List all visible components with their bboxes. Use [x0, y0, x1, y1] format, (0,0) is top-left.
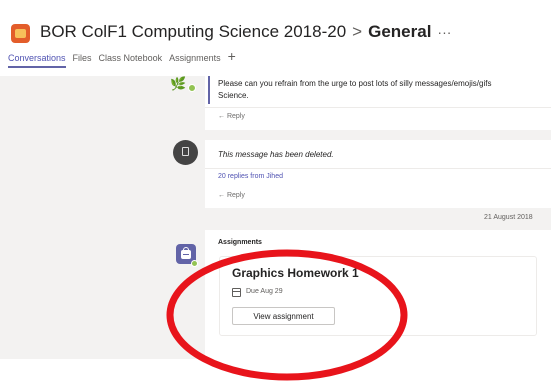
channel-header: BOR ColF1 Computing Science 2018-20 > Gene…: [0, 0, 551, 76]
tab-conversations[interactable]: Conversations: [8, 53, 66, 68]
due-date: Due Aug 29: [246, 288, 283, 295]
message-card: This message has been deleted. 20 replie…: [205, 140, 551, 208]
page-title: BOR ColF1 Computing Science 2018-20 > Gene…: [40, 22, 451, 42]
message-line: Please can you refrain from the urge to …: [218, 79, 492, 88]
author-name: Assignments: [218, 239, 262, 246]
assignment-title: Graphics Homework 1: [232, 266, 359, 280]
trash-icon: [182, 147, 189, 156]
view-assignment-button[interactable]: View assignment: [232, 307, 335, 325]
presence-dot: [191, 260, 198, 267]
tab-files[interactable]: Files: [73, 53, 92, 66]
message-card: Please can you refrain from the urge to …: [205, 76, 551, 130]
channel-name: General: [368, 22, 432, 41]
team-name[interactable]: BOR ColF1 Computing Science 2018-20: [40, 22, 346, 41]
assignments-app-icon: [176, 244, 198, 267]
breadcrumb-separator: >: [352, 22, 363, 41]
avatar[interactable]: 🌿: [170, 76, 196, 92]
message-line: Science.: [218, 91, 249, 100]
deleted-message-text: This message has been deleted.: [218, 150, 334, 159]
divider: [205, 168, 551, 169]
team-icon: [11, 24, 30, 43]
message-accent-bar: [208, 76, 210, 104]
tab-bar: Conversations Files Class Notebook Assignme…: [8, 49, 236, 68]
conversation-feed: 🌿 Please can you refrain from the urge t…: [0, 76, 551, 359]
replies-link[interactable]: 20 replies from Jihed: [218, 173, 283, 180]
deleted-icon: [173, 140, 198, 165]
presence-dot: [188, 84, 196, 92]
divider: [205, 107, 551, 108]
tab-assignments[interactable]: Assignments: [169, 53, 221, 66]
message-author: Assignments: [218, 239, 262, 246]
assignment-message-card: Assignments Graphics Homework 1 Due Aug …: [205, 230, 551, 359]
message-text: Please can you refrain from the urge to …: [218, 78, 491, 102]
calendar-icon: [232, 288, 241, 297]
tab-class-notebook[interactable]: Class Notebook: [99, 53, 163, 66]
assignment-card[interactable]: Graphics Homework 1 Due Aug 29 View assi…: [219, 256, 537, 336]
reply-button[interactable]: ← Reply: [218, 192, 245, 199]
date-divider: 21 August 2018: [484, 214, 533, 221]
backpack-icon: [181, 247, 191, 259]
add-tab-icon[interactable]: +: [228, 48, 236, 64]
more-options-icon[interactable]: ···: [437, 24, 451, 40]
reply-button[interactable]: ← Reply: [218, 113, 245, 120]
